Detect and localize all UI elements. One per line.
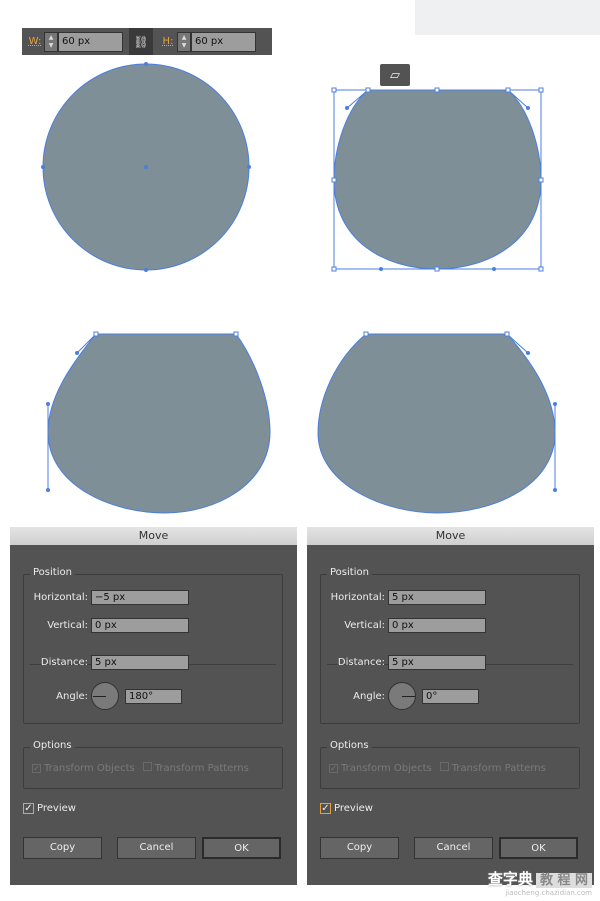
transform-objects-checkbox[interactable]: ✓ Transform Objects: [329, 763, 432, 774]
copy-button[interactable]: Copy: [23, 837, 102, 859]
angle-dial[interactable]: [91, 682, 119, 710]
angle-input[interactable]: 180°: [125, 688, 182, 704]
vertical-input[interactable]: 0 px: [388, 618, 486, 633]
transform-objects-checkbox[interactable]: ✓ Transform Objects: [32, 763, 135, 774]
vertical-input[interactable]: 0 px: [91, 618, 189, 633]
options-label: Options: [30, 740, 75, 751]
vertical-label: Vertical:: [344, 620, 385, 631]
shape-right-moved: [317, 333, 556, 514]
horizontal-input[interactable]: 5 px: [388, 590, 486, 605]
copy-button[interactable]: Copy: [320, 837, 399, 859]
ok-button[interactable]: OK: [499, 837, 578, 859]
transform-patterns-checkbox[interactable]: Transform Patterns: [439, 762, 546, 774]
angle-dial[interactable]: [388, 682, 416, 710]
angle-input[interactable]: 0°: [422, 688, 479, 704]
shape-selected: [333, 89, 542, 270]
shape-left-moved: [47, 333, 271, 514]
position-group: Position Horizontal: −5 px Vertical: 0 px …: [23, 567, 283, 724]
distance-input[interactable]: 5 px: [388, 655, 486, 670]
options-group: Options ✓ Transform Objects Transform Patt…: [23, 740, 283, 789]
watermark-logo: 查字典教 程 网 jiaocheng.chazidian.com: [487, 870, 592, 897]
distance-label: Distance:: [40, 657, 88, 668]
preview-checkbox[interactable]: ✓ Preview: [320, 803, 373, 814]
position-label: Position: [327, 567, 372, 578]
horizontal-input[interactable]: −5 px: [91, 590, 189, 605]
transform-patterns-checkbox[interactable]: Transform Patterns: [142, 762, 249, 774]
horizontal-label: Horizontal:: [330, 592, 385, 603]
move-dialog-right: Move Position Horizontal: 5 px Vertical: 0…: [307, 527, 594, 885]
options-group: Options ✓ Transform Objects Transform Patt…: [320, 740, 580, 789]
cancel-button[interactable]: Cancel: [117, 837, 196, 859]
dialog-title: Move: [307, 527, 594, 545]
angle-label: Angle:: [56, 690, 88, 702]
angle-label: Angle:: [353, 690, 385, 702]
horizontal-label: Horizontal:: [33, 592, 88, 603]
cancel-button[interactable]: Cancel: [414, 837, 493, 859]
distance-label: Distance:: [337, 657, 385, 668]
position-group: Position Horizontal: 5 px Vertical: 0 px D…: [320, 567, 580, 724]
preview-checkbox[interactable]: ✓ Preview: [23, 803, 76, 814]
distance-input[interactable]: 5 px: [91, 655, 189, 670]
artboard: [41, 62, 557, 514]
options-label: Options: [327, 740, 372, 751]
vertical-label: Vertical:: [47, 620, 88, 631]
ok-button[interactable]: OK: [202, 837, 281, 859]
move-dialog-left: Move Position Horizontal: −5 px Vertical:…: [10, 527, 297, 885]
position-label: Position: [30, 567, 75, 578]
dialog-title: Move: [10, 527, 297, 545]
